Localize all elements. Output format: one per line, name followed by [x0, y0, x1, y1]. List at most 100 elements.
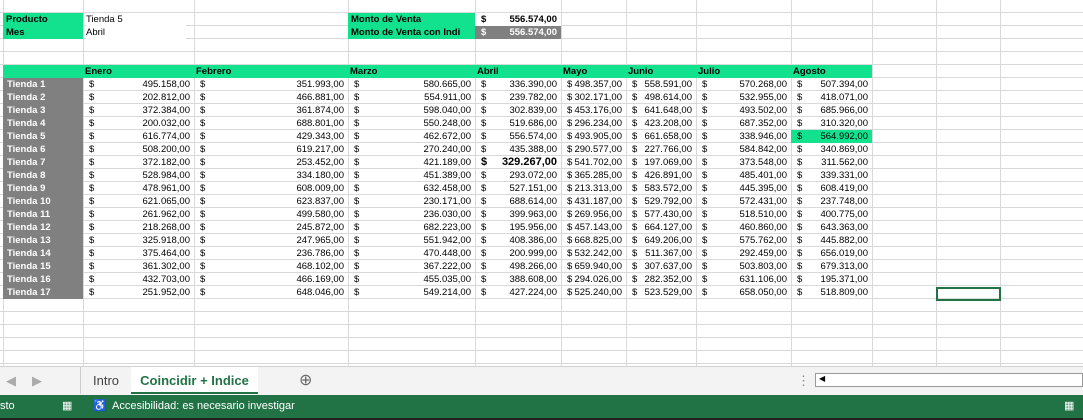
sales-value[interactable]: 296.234,00	[561, 117, 622, 130]
sales-value[interactable]: 623.837,00	[194, 195, 344, 208]
sales-value[interactable]: 455.035,00	[348, 273, 471, 286]
sales-value[interactable]: 643.363,00	[791, 221, 868, 234]
selected-cell[interactable]	[936, 287, 1001, 301]
sales-value[interactable]: 340.869,00	[791, 143, 868, 156]
mes-value[interactable]: Abril	[86, 26, 186, 39]
sales-value[interactable]: 270.240,00	[348, 143, 471, 156]
sales-value[interactable]: 608.009,00	[194, 182, 344, 195]
sales-value[interactable]: 334.180,00	[194, 169, 344, 182]
sales-value[interactable]: 621.065,00	[83, 195, 190, 208]
sales-value[interactable]: 687.352,00	[696, 117, 787, 130]
sales-value[interactable]: 372.384,00	[83, 104, 190, 117]
sales-value[interactable]: 427.224,00	[475, 286, 557, 299]
spreadsheet-grid[interactable]: Producto Tienda 5 Mes Abril Monto de Ven…	[0, 0, 1083, 366]
sales-value[interactable]: 493.502,00	[696, 104, 787, 117]
sales-value[interactable]: 551.942,00	[348, 234, 471, 247]
sales-value[interactable]: 550.248,00	[348, 117, 471, 130]
sales-value[interactable]: 365.285,00	[561, 169, 622, 182]
sales-value[interactable]: 658.050,00	[696, 286, 787, 299]
sales-value[interactable]: 659.940,00	[561, 260, 622, 273]
sales-value[interactable]: 685.966,00	[791, 104, 868, 117]
sales-value[interactable]: 460.860,00	[696, 221, 787, 234]
monto-cell[interactable]: $556.574,00	[475, 13, 561, 26]
sales-value[interactable]: 529.792,00	[626, 195, 692, 208]
scroll-right-icon[interactable]: ▶	[32, 367, 42, 394]
sales-value[interactable]: 495.158,00	[83, 78, 190, 91]
sales-value[interactable]: 493.905,00	[561, 130, 622, 143]
sales-value[interactable]: 451.389,00	[348, 169, 471, 182]
sales-value[interactable]: 503.803,00	[696, 260, 787, 273]
sales-value[interactable]: 580.665,00	[348, 78, 471, 91]
sales-value[interactable]: 498.357,00	[561, 78, 622, 91]
sales-value[interactable]: 302.839,00	[475, 104, 557, 117]
sales-value[interactable]: 661.658,00	[626, 130, 692, 143]
sales-value[interactable]: 200.999,00	[475, 247, 557, 260]
sales-value[interactable]: 485.401,00	[696, 169, 787, 182]
sales-value[interactable]: 230.171,00	[348, 195, 471, 208]
scroll-left-arrow-icon[interactable]: ◀	[819, 374, 825, 383]
tab-intro[interactable]: Intro	[80, 367, 131, 394]
sales-value[interactable]: 251.952,00	[83, 286, 190, 299]
sales-value[interactable]: 245.872,00	[194, 221, 344, 234]
sales-value[interactable]: 682.223,00	[348, 221, 471, 234]
sales-value[interactable]: 656.019,00	[791, 247, 868, 260]
sales-value[interactable]: 525.240,00	[561, 286, 622, 299]
sales-value[interactable]: 528.984,00	[83, 169, 190, 182]
sales-value[interactable]: 679.313,00	[791, 260, 868, 273]
producto-value[interactable]: Tienda 5	[86, 13, 186, 26]
sales-value[interactable]: 213.313,00	[561, 182, 622, 195]
sales-value[interactable]: 236.030,00	[348, 208, 471, 221]
sales-value[interactable]: 388.608,00	[475, 273, 557, 286]
sales-value[interactable]: 195.956,00	[475, 221, 557, 234]
sales-value[interactable]: 292.459,00	[696, 247, 787, 260]
sales-value[interactable]: 239.782,00	[475, 91, 557, 104]
sales-value[interactable]: 253.452,00	[194, 156, 344, 169]
sales-value[interactable]: 429.343,00	[194, 130, 344, 143]
sales-value[interactable]: 294.026,00	[561, 273, 622, 286]
sales-value[interactable]: 541.702,00	[561, 156, 622, 169]
sales-value[interactable]: 664.127,00	[626, 221, 692, 234]
sales-value[interactable]: 375.464,00	[83, 247, 190, 260]
sales-value[interactable]: 648.046,00	[194, 286, 344, 299]
sales-value[interactable]: 195.371,00	[791, 273, 868, 286]
sales-value[interactable]: 570.268,00	[696, 78, 787, 91]
tab-coincidir-indice[interactable]: Coincidir + Indice	[131, 367, 258, 394]
sales-value[interactable]: 558.591,00	[626, 78, 692, 91]
sales-value[interactable]: 408.386,00	[475, 234, 557, 247]
sales-value[interactable]: 498.614,00	[626, 91, 692, 104]
sales-value[interactable]: 247.965,00	[194, 234, 344, 247]
sales-value[interactable]: 200.032,00	[83, 117, 190, 130]
sales-value[interactable]: 641.648,00	[626, 104, 692, 117]
sales-value[interactable]: 508.200,00	[83, 143, 190, 156]
accessibility-status[interactable]: Accesibilidad: es necesario investigar	[112, 395, 295, 418]
sales-value[interactable]: 338.946,00	[696, 130, 787, 143]
sales-value[interactable]: 511.367,00	[626, 247, 692, 260]
sales-value[interactable]: 532.242,00	[561, 247, 622, 260]
sales-value[interactable]: 218.268,00	[83, 221, 190, 234]
sales-value[interactable]: 432.703,00	[83, 273, 190, 286]
sales-value[interactable]: 688.801,00	[194, 117, 344, 130]
sales-value[interactable]: 302.171,00	[561, 91, 622, 104]
sales-value[interactable]: 575.762,00	[696, 234, 787, 247]
sales-value[interactable]: 556.574,00	[475, 130, 557, 143]
sales-value[interactable]: 632.458,00	[348, 182, 471, 195]
sales-value[interactable]: 421.189,00	[348, 156, 471, 169]
sales-value[interactable]: 466.169,00	[194, 273, 344, 286]
sales-value[interactable]: 584.842,00	[696, 143, 787, 156]
sales-value[interactable]: 527.151,00	[475, 182, 557, 195]
sales-value[interactable]: 583.572,00	[626, 182, 692, 195]
sales-value[interactable]: 261.962,00	[83, 208, 190, 221]
sales-value[interactable]: 572.431,00	[696, 195, 787, 208]
sales-value[interactable]: 608.419,00	[791, 182, 868, 195]
sales-value[interactable]: 197.069,00	[626, 156, 692, 169]
sales-value[interactable]: 518.510,00	[696, 208, 787, 221]
sales-value[interactable]: 507.394,00	[791, 78, 868, 91]
sales-value[interactable]: 498.266,00	[475, 260, 557, 273]
sales-value[interactable]: 325.918,00	[83, 234, 190, 247]
accessibility-icon[interactable]: ♿	[93, 395, 107, 418]
sales-value[interactable]: 202.812,00	[83, 91, 190, 104]
sales-value[interactable]: 445.882,00	[791, 234, 868, 247]
monto-indice-cell[interactable]: $556.574,00	[475, 26, 561, 39]
sales-value[interactable]: 367.222,00	[348, 260, 471, 273]
macro-icon[interactable]: ▦	[62, 395, 72, 418]
